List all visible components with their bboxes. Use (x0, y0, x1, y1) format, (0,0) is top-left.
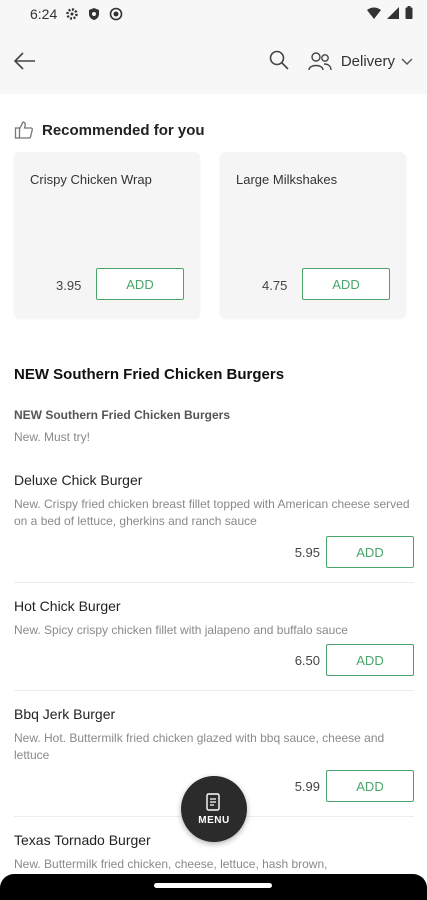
add-button[interactable]: ADD (326, 644, 414, 676)
menu-button-label: MENU (198, 814, 230, 826)
menu-item-name: Hot Chick Burger (14, 598, 121, 614)
menu-item-name: Bbq Jerk Burger (14, 706, 116, 722)
chevron-down-icon (401, 55, 413, 67)
menu-item-description: New. Spicy crispy chicken fillet with ja… (14, 623, 348, 637)
wifi-icon (367, 6, 381, 22)
signal-icon (387, 6, 399, 22)
search-icon[interactable] (269, 50, 291, 72)
recommended-item-price: 4.75 (262, 278, 288, 293)
menu-item-description: New. Hot. Buttermilk fried chicken glaze… (14, 731, 385, 762)
menu-item-price: 5.99 (294, 778, 320, 794)
menu-item-price-row: 5.99 ADD (295, 770, 414, 802)
menu-item[interactable]: Deluxe Chick Burger New. Crispy fried ch… (14, 472, 414, 572)
section-subtitle: NEW Southern Fried Chicken Burgers (14, 408, 231, 422)
add-button[interactable]: ADD (96, 268, 184, 300)
add-button[interactable]: ADD (302, 268, 390, 300)
menu-item-name: Deluxe Chick Burger (14, 472, 143, 488)
recommended-cards: Crispy Chicken Wrap 3.95 ADD Large Milks… (14, 152, 406, 318)
delivery-label: Delivery (340, 52, 395, 70)
status-time: 6:24 (30, 6, 58, 22)
menu-item-description: New. Crispy fried chicken breast fillet … (14, 497, 410, 528)
menu-item-description: New. Buttermilk fried chicken, cheese, l… (14, 857, 328, 871)
home-gesture-pill[interactable] (154, 883, 272, 888)
divider (14, 690, 414, 691)
recommended-card[interactable]: Crispy Chicken Wrap 3.95 ADD (14, 152, 200, 318)
menu-item-price-row: 6.50 ADD (295, 644, 414, 676)
recommended-item-name: Large Milkshakes (236, 172, 338, 187)
top-app-bar: Delivery (0, 28, 427, 94)
top-actions: Delivery (269, 50, 413, 72)
recommended-title: Recommended for you (42, 121, 205, 139)
menu-item-price: 5.95 (294, 544, 320, 560)
recommended-card[interactable]: Large Milkshakes 4.75 ADD (220, 152, 406, 318)
recommended-item-price: 3.95 (56, 278, 82, 293)
menu-item-price-row: 5.95 ADD (295, 536, 414, 568)
people-icon (307, 50, 333, 72)
section-description: New. Must try! (14, 430, 91, 444)
menu-document-icon (206, 792, 222, 811)
divider (14, 582, 414, 583)
system-nav-bar (0, 874, 427, 900)
main-content: Recommended for you Crispy Chicken Wrap … (0, 94, 427, 871)
status-bar: 6:24 (0, 0, 427, 28)
menu-item[interactable]: Hot Chick Burger New. Spicy crispy chick… (14, 598, 414, 682)
shield-icon (87, 7, 101, 21)
thumbs-up-icon (14, 120, 34, 140)
add-button[interactable]: ADD (326, 536, 414, 568)
menu-item-price: 6.50 (294, 652, 320, 668)
target-icon (109, 7, 123, 21)
status-right (367, 6, 413, 22)
recommended-item-name: Crispy Chicken Wrap (30, 172, 152, 187)
section-title: NEW Southern Fried Chicken Burgers (14, 366, 285, 383)
back-arrow-icon[interactable] (14, 48, 40, 74)
delivery-selector[interactable]: Delivery (307, 50, 413, 72)
menu-button[interactable]: MENU (181, 776, 247, 842)
battery-icon (405, 6, 413, 22)
settings-gear-icon (65, 7, 79, 21)
add-button[interactable]: ADD (326, 770, 414, 802)
